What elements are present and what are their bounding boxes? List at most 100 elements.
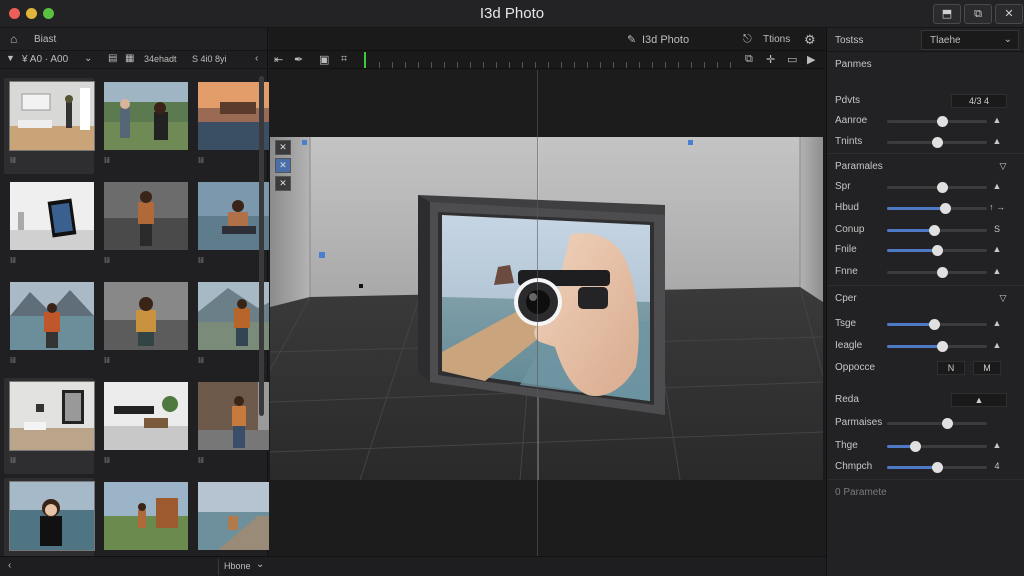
filter-icon[interactable]: ▼	[6, 53, 15, 63]
ruler-tick	[639, 62, 640, 68]
thumbnail-sofa[interactable]: Iil	[98, 378, 188, 474]
ruler-tick	[522, 62, 523, 68]
home-icon[interactable]: ⌂	[10, 32, 17, 46]
canvas-header: ✎ I3d Photo ⎋ Ttions ⚙	[269, 28, 825, 51]
pen-tool-icon[interactable]: ✒	[294, 53, 303, 66]
property-value[interactable]: ▲	[985, 244, 1009, 254]
gear-icon[interactable]: ⚙	[804, 32, 816, 48]
library-scrollbar[interactable]	[259, 76, 264, 416]
share-icon[interactable]: ⎋	[743, 33, 752, 46]
option-button[interactable]: N	[937, 361, 965, 375]
grid-view-icon[interactable]: ▤	[108, 53, 117, 64]
property-slider[interactable]	[887, 137, 987, 148]
slider-knob[interactable]	[932, 137, 943, 148]
property-value[interactable]: ▲	[985, 440, 1009, 450]
property-value[interactable]: ▲	[985, 136, 1009, 146]
thumbnail-image	[9, 481, 95, 551]
slider-knob[interactable]	[910, 441, 921, 452]
restore-window-button[interactable]: ⧉	[964, 4, 992, 24]
property-value[interactable]: ▲	[985, 266, 1009, 276]
slider-knob[interactable]	[929, 225, 940, 236]
option-button[interactable]: M	[973, 361, 1001, 375]
thumbnail-label: Iil	[10, 456, 16, 465]
3d-scene	[270, 137, 823, 480]
property-value[interactable]: ▲	[985, 318, 1009, 328]
brush-icon[interactable]: ✎	[627, 33, 636, 46]
collapse-icon[interactable]: ▽	[991, 293, 1015, 304]
property-value[interactable]: ↑ →	[985, 202, 1009, 212]
folder-icon[interactable]: ▭	[787, 53, 797, 66]
play-icon[interactable]: ▶	[807, 53, 815, 66]
slider-knob[interactable]	[932, 462, 943, 473]
chevron-down-icon[interactable]: ⌄	[256, 559, 264, 570]
section-header[interactable]: Paramales	[835, 161, 883, 172]
property-slider[interactable]	[887, 182, 987, 193]
minimize-window-button[interactable]: ⬒	[933, 4, 961, 24]
property-slider[interactable]	[887, 441, 987, 452]
property-slider[interactable]	[887, 341, 987, 352]
thumbnail-woman-pavement[interactable]: Iil	[98, 178, 188, 274]
editor-canvas-area: ✎ I3d Photo ⎋ Ttions ⚙ ⇤ ✒ ▣ ⌗ ⧉ ✛ ▭ ▶ ✕…	[269, 28, 825, 558]
collapse-icon[interactable]: ▽	[991, 161, 1015, 172]
frame-tool-icon[interactable]: ▣	[319, 53, 329, 66]
select-tool-icon[interactable]: ⇤	[274, 53, 283, 66]
thumbnail-gallery[interactable]: Iil	[4, 178, 94, 274]
timeline-playhead[interactable]	[364, 52, 366, 68]
thumbnail-woman-lake[interactable]: Iil	[4, 278, 94, 374]
property-value-box[interactable]: 4/3 4	[951, 94, 1007, 108]
move-icon[interactable]: ✛	[766, 53, 775, 66]
close-window-button[interactable]: ✕	[995, 4, 1023, 24]
thumbnail-label: Iil	[104, 356, 110, 365]
slider-knob[interactable]	[929, 319, 940, 330]
property-value[interactable]: ▲	[985, 115, 1009, 125]
slider-knob[interactable]	[937, 341, 948, 352]
slider-knob[interactable]	[937, 116, 948, 127]
property-slider[interactable]	[887, 225, 987, 236]
expand-icon[interactable]: ‹	[255, 53, 258, 64]
properties-header: Tostss Tlaehe ⌄	[827, 28, 1024, 52]
thumbnail-people[interactable]: Iil	[98, 78, 188, 174]
tools-label[interactable]: Ttions	[763, 34, 790, 45]
slider-knob[interactable]	[940, 203, 951, 214]
canvas-ruler-toolbar: ⇤ ✒ ▣ ⌗ ⧉ ✛ ▭ ▶	[269, 51, 825, 69]
transform-tool-button[interactable]: ✕	[275, 140, 291, 155]
property-slider[interactable]	[887, 203, 987, 214]
properties-tab[interactable]: Tostss	[835, 35, 863, 46]
3d-viewport[interactable]: ✕ ✕ ✕	[270, 137, 823, 480]
status-dropdown[interactable]: Hbone	[224, 561, 251, 571]
list-view-icon[interactable]: ▦	[125, 53, 134, 64]
property-slider[interactable]	[887, 245, 987, 256]
property-slider[interactable]	[887, 116, 987, 127]
property-slider[interactable]	[887, 267, 987, 278]
thumbnail-woman-rocks[interactable]: Iil	[98, 278, 188, 374]
thumbnail-living-room[interactable]: Iil	[4, 378, 95, 474]
layers-icon[interactable]: ⧉	[745, 53, 753, 66]
section-header[interactable]: Cper	[835, 293, 857, 304]
back-icon[interactable]: ‹	[8, 560, 11, 571]
ruler-tick	[379, 62, 380, 68]
chevron-down-icon[interactable]: ⌄	[84, 53, 92, 64]
thumbnail-image	[104, 482, 188, 550]
property-value[interactable]: ▲	[985, 181, 1009, 191]
property-value-box[interactable]: ▲	[951, 393, 1007, 407]
slider-knob[interactable]	[937, 182, 948, 193]
filter-dropdown[interactable]: ¥ A0 · A00	[22, 54, 68, 65]
thumbnail-room[interactable]: Iil	[4, 78, 95, 174]
preset-dropdown[interactable]: Tlaehe ⌄	[921, 30, 1019, 50]
property-value[interactable]: 4	[985, 461, 1009, 471]
slider-knob[interactable]	[937, 267, 948, 278]
property-slider[interactable]	[887, 418, 987, 429]
scale-tool-button[interactable]: ✕	[275, 158, 291, 173]
slider-knob[interactable]	[942, 418, 953, 429]
thumbnail-label: Iil	[104, 156, 110, 165]
crop-tool-icon[interactable]: ⌗	[341, 53, 347, 66]
property-slider[interactable]	[887, 319, 987, 330]
property-label: Aanroe	[835, 115, 868, 126]
property-value[interactable]: S	[985, 224, 1009, 234]
property-slider[interactable]	[887, 462, 987, 473]
property-value[interactable]: ▲	[985, 340, 1009, 350]
rotate-tool-button[interactable]: ✕	[275, 176, 291, 191]
slider-knob[interactable]	[932, 245, 943, 256]
slider-fill	[887, 345, 942, 348]
ruler-tick	[678, 62, 679, 68]
